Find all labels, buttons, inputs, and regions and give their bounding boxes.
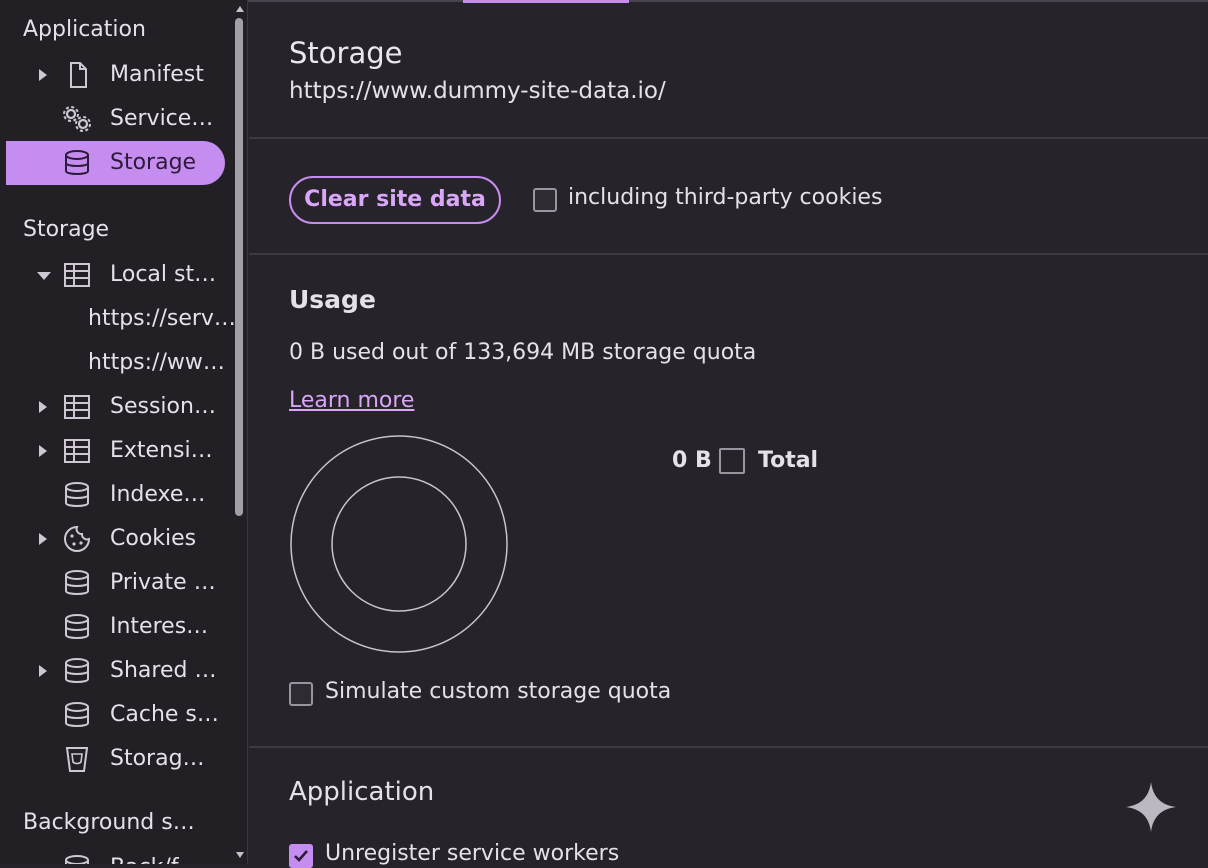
sidebar-scrollbar[interactable] bbox=[234, 0, 246, 864]
checkmark-icon bbox=[294, 850, 308, 862]
sidebar-item-label: Cache s… bbox=[110, 702, 219, 727]
third-party-cookies-checkbox[interactable] bbox=[533, 188, 557, 212]
sidebar-item-label: Extensi… bbox=[110, 438, 213, 463]
unregister-service-workers-label: Unregister service workers bbox=[325, 841, 620, 866]
section-application-title: Application bbox=[23, 17, 146, 42]
sidebar-item-local-origin[interactable]: https://serv… bbox=[6, 297, 236, 341]
sidebar-item-label: Local st… bbox=[110, 262, 217, 287]
unregister-service-workers-checkbox[interactable] bbox=[289, 844, 313, 868]
learn-more-link[interactable]: Learn more bbox=[289, 388, 414, 413]
legend-value: 0 B bbox=[672, 448, 712, 473]
database-icon bbox=[62, 613, 92, 641]
sidebar-item-local-storage[interactable]: Local st… bbox=[6, 253, 225, 297]
sidebar-item-indexeddb[interactable]: Indexe… bbox=[6, 473, 225, 517]
sidebar-item-back-forward-cache[interactable]: Back/f… bbox=[6, 846, 225, 864]
sidebar-item-manifest[interactable]: Manifest bbox=[6, 53, 225, 97]
sidebar-item-label: https://serv… bbox=[88, 306, 236, 331]
scroll-up-arrow-icon[interactable] bbox=[236, 6, 244, 12]
table-icon bbox=[62, 437, 92, 465]
sidebar-item-label: Storag… bbox=[110, 746, 205, 771]
sidebar-item-label: Private … bbox=[110, 570, 216, 595]
sidebar-item-extension-storage[interactable]: Extensi… bbox=[6, 429, 225, 473]
sidebar-item-service-workers[interactable]: Service… bbox=[6, 97, 225, 141]
expand-arrow-icon[interactable] bbox=[39, 69, 47, 81]
sidebar-item-interest-groups[interactable]: Interes… bbox=[6, 605, 225, 649]
page-title: Storage bbox=[289, 36, 403, 70]
sidebar: Application Manifest Service… Storage St… bbox=[0, 0, 248, 864]
section-background-services-title: Background s… bbox=[23, 810, 195, 835]
sidebar-item-cache-storage[interactable]: Cache s… bbox=[6, 693, 225, 737]
table-icon bbox=[62, 261, 92, 289]
expand-arrow-icon[interactable] bbox=[39, 445, 47, 457]
sidebar-item-local-origin[interactable]: https://ww… bbox=[6, 341, 225, 385]
legend-swatch bbox=[719, 448, 745, 474]
divider bbox=[249, 253, 1208, 255]
simulate-quota-checkbox[interactable] bbox=[289, 682, 313, 706]
usage-pie-chart bbox=[289, 434, 509, 654]
sidebar-item-label: Shared … bbox=[110, 658, 217, 683]
sidebar-item-label: Storage bbox=[110, 150, 197, 175]
sidebar-item-label: Indexe… bbox=[110, 482, 206, 507]
sidebar-item-label: Session… bbox=[110, 394, 216, 419]
database-icon bbox=[62, 657, 92, 685]
sidebar-item-cookies[interactable]: Cookies bbox=[6, 517, 225, 561]
sparkle-icon[interactable] bbox=[1126, 782, 1176, 832]
sidebar-item-shared-storage[interactable]: Shared … bbox=[6, 649, 225, 693]
scroll-thumb[interactable] bbox=[235, 18, 243, 516]
sidebar-item-storage[interactable]: Storage bbox=[6, 141, 225, 185]
cookie-icon bbox=[62, 525, 92, 553]
database-icon bbox=[62, 854, 92, 864]
divider bbox=[249, 746, 1208, 748]
collapse-arrow-icon[interactable] bbox=[37, 272, 51, 280]
database-icon bbox=[62, 481, 92, 509]
section-storage-title: Storage bbox=[23, 217, 110, 242]
sidebar-item-storage-buckets[interactable]: Storag… bbox=[6, 737, 225, 781]
simulate-quota-label: Simulate custom storage quota bbox=[325, 679, 672, 704]
table-icon bbox=[62, 393, 92, 421]
scroll-down-arrow-icon[interactable] bbox=[236, 852, 244, 858]
sidebar-resizer[interactable] bbox=[247, 0, 248, 864]
gears-icon bbox=[62, 105, 92, 133]
application-heading: Application bbox=[289, 777, 435, 807]
sidebar-item-label: Back/f… bbox=[110, 855, 201, 864]
origin-url: https://www.dummy-site-data.io/ bbox=[289, 78, 666, 104]
sidebar-item-session-storage[interactable]: Session… bbox=[6, 385, 225, 429]
database-icon bbox=[62, 149, 92, 177]
storage-panel: Storage https://www.dummy-site-data.io/ … bbox=[249, 0, 1208, 868]
divider bbox=[249, 137, 1208, 139]
expand-arrow-icon[interactable] bbox=[39, 665, 47, 677]
pie-inner-ring bbox=[331, 476, 467, 612]
expand-arrow-icon[interactable] bbox=[39, 401, 47, 413]
document-icon bbox=[62, 61, 92, 89]
sidebar-item-private-state-tokens[interactable]: Private … bbox=[6, 561, 225, 605]
legend-label: Total bbox=[758, 448, 819, 473]
database-icon bbox=[62, 569, 92, 597]
sidebar-tree: Application Manifest Service… Storage St… bbox=[0, 0, 236, 864]
expand-arrow-icon[interactable] bbox=[39, 533, 47, 545]
bucket-icon bbox=[62, 745, 92, 773]
sidebar-item-label: https://ww… bbox=[88, 350, 225, 375]
pie-outer-ring bbox=[290, 435, 508, 653]
database-icon bbox=[62, 701, 92, 729]
usage-heading: Usage bbox=[289, 285, 376, 314]
sidebar-item-label: Cookies bbox=[110, 526, 197, 551]
usage-summary: 0 B used out of 133,694 MB storage quota bbox=[289, 340, 757, 365]
sidebar-item-label: Service… bbox=[110, 106, 214, 131]
third-party-cookies-label: including third-party cookies bbox=[568, 185, 883, 210]
sidebar-item-label: Manifest bbox=[110, 62, 204, 87]
clear-site-data-button[interactable]: Clear site data bbox=[289, 176, 501, 224]
sidebar-item-label: Interes… bbox=[110, 614, 209, 639]
